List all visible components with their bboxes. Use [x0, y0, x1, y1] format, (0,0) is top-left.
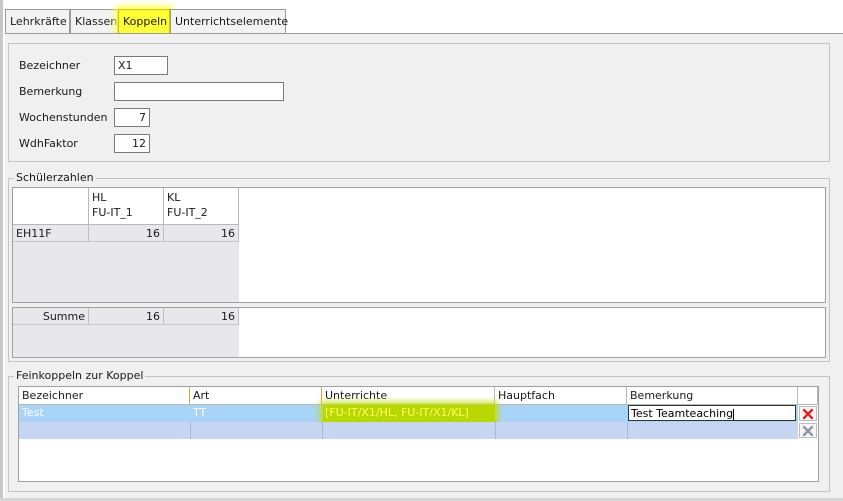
column-header-art[interactable]: Art: [189, 387, 322, 405]
tab-koppeln[interactable]: Koppeln: [118, 9, 170, 33]
tab-klassen[interactable]: Klassen: [70, 9, 118, 33]
row-separator: [322, 422, 323, 439]
tab-lehrkraefte[interactable]: Lehrkräfte: [5, 9, 70, 33]
column-separator: [321, 389, 322, 402]
row-unterrichte[interactable]: [FU-IT/X1/HL, FU-IT/X1/KL]: [323, 405, 495, 422]
column-header-bezeichner[interactable]: Bezeichner: [19, 387, 190, 405]
delete-row-button-disabled: [799, 423, 817, 438]
row-separator: [495, 422, 496, 439]
corner-header: [13, 188, 89, 225]
tab-label: Lehrkräfte: [10, 15, 67, 28]
column-header-label: Art: [193, 389, 210, 402]
table-cell[interactable]: 16: [164, 225, 239, 242]
delete-x-disabled-icon: [802, 425, 814, 436]
text-cursor: [733, 408, 735, 420]
column-header-kl[interactable]: KL FU-IT_2: [164, 188, 239, 225]
koppeln-panel: Bezeichner X1 Bemerkung Wochenstunden 7 …: [5, 34, 843, 498]
schuelerzahlen-table: HL FU-IT_1 KL FU-IT_2 EH11F 16 16: [12, 187, 826, 303]
tab-unterrichtselemente[interactable]: Unterrichtselemente: [170, 9, 289, 33]
row-bemerkung-editor[interactable]: Test Teamteaching: [628, 405, 796, 421]
bezeichner-input[interactable]: X1: [114, 56, 168, 75]
tab-label: Klassen: [75, 15, 118, 28]
column-header-hl[interactable]: HL FU-IT_1: [89, 188, 164, 225]
column-header-klasse: FU-IT_2: [167, 206, 208, 219]
wochenstunden-input[interactable]: 7: [114, 108, 150, 127]
summe-cell: 16: [89, 308, 164, 325]
feinkoppeln-title: Feinkoppeln zur Koppel: [14, 369, 146, 382]
tab-label: Unterrichtselemente: [175, 15, 289, 28]
wochenstunden-label: Wochenstunden: [19, 111, 108, 124]
window-left-border: [0, 0, 3, 501]
column-header-unterrichte[interactable]: Unterrichte: [321, 387, 495, 405]
tab-label: Koppeln: [123, 15, 168, 28]
feinkoppeln-table: Bezeichner Art Unterrichte Hauptfach Bem…: [18, 386, 819, 482]
summe-cell: 16: [164, 308, 239, 325]
wdhfaktor-label: WdhFaktor: [19, 137, 78, 150]
row-separator: [190, 422, 191, 439]
table-cell[interactable]: 16: [89, 225, 164, 242]
feinkoppeln-group: Feinkoppeln zur Koppel Bezeichner Art Un…: [8, 369, 830, 492]
row-label-eh11f[interactable]: EH11F: [13, 225, 89, 242]
row-art[interactable]: TT: [193, 406, 206, 419]
column-header-label: Unterrichte: [325, 389, 388, 402]
bemerkung-input[interactable]: [114, 82, 284, 101]
summe-empty-area: [13, 325, 239, 357]
column-header-klasse: FU-IT_1: [92, 206, 133, 219]
row-separator: [627, 422, 628, 439]
column-header-hauptfach[interactable]: Hauptfach: [495, 387, 627, 405]
column-separator: [189, 389, 190, 402]
schuelerzahlen-title: Schülerzahlen: [14, 171, 96, 184]
bemerkung-label: Bemerkung: [19, 85, 83, 98]
wdhfaktor-input[interactable]: 12: [114, 134, 150, 153]
summe-table: Summe 16 16: [12, 307, 826, 358]
summe-label: Summe: [13, 308, 89, 325]
delete-row-button[interactable]: [799, 406, 817, 421]
column-header-label: Bemerkung: [630, 389, 694, 402]
delete-x-icon: [802, 408, 814, 419]
column-header-bemerkung[interactable]: Bemerkung: [627, 387, 798, 405]
koppel-details-group: Bezeichner X1 Bemerkung Wochenstunden 7 …: [8, 43, 830, 162]
schuelerzahlen-group: Schülerzahlen HL FU-IT_1 KL FU-IT_2 EH11…: [8, 171, 830, 362]
column-header-kurs: KL: [167, 191, 181, 204]
column-header-label: Bezeichner: [22, 389, 84, 402]
row-bezeichner[interactable]: Test: [22, 406, 44, 419]
column-header-actions: [798, 387, 818, 405]
bezeichner-label: Bezeichner: [19, 59, 81, 72]
row-bemerkung: Test Teamteaching: [631, 407, 734, 420]
empty-rows-area: [13, 242, 239, 302]
column-header-kurs: HL: [92, 191, 107, 204]
new-row[interactable]: [19, 422, 798, 439]
column-header-label: Hauptfach: [498, 389, 555, 402]
